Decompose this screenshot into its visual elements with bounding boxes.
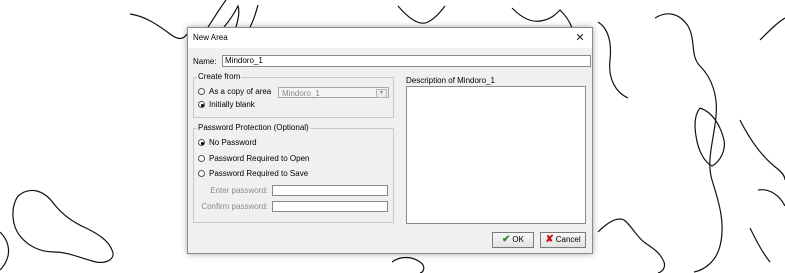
enter-password-field[interactable] xyxy=(272,185,388,196)
password-protection-group: Password Protection (Optional) No Passwo… xyxy=(193,123,394,223)
dialog-titlebar: New Area ✕ xyxy=(188,28,592,48)
radio-checked-icon[interactable] xyxy=(198,139,205,146)
chevron-down-icon[interactable]: ▾ xyxy=(376,89,387,98)
enter-password-label: Enter password: xyxy=(210,186,268,195)
radio-password-open-label: Password Required to Open xyxy=(209,154,310,163)
copy-area-value: Mindoro_1 xyxy=(282,89,320,98)
name-input[interactable] xyxy=(222,55,591,67)
radio-initially-blank[interactable]: Initially blank xyxy=(198,100,255,110)
cancel-x-icon: ✘ xyxy=(545,234,554,245)
radio-no-password-label: No Password xyxy=(209,138,257,147)
ok-button[interactable]: ✔ OK xyxy=(492,232,534,248)
radio-blank-label: Initially blank xyxy=(209,100,255,109)
description-label: Description of Mindoro_1 xyxy=(406,76,495,85)
name-label: Name: xyxy=(193,57,217,66)
radio-password-save-label: Password Required to Save xyxy=(209,169,309,178)
radio-copy-label: As a copy of area xyxy=(209,87,272,96)
create-from-title: Create from xyxy=(197,72,242,82)
new-area-dialog: New Area ✕ Name: Create from As a copy o… xyxy=(187,27,593,254)
cancel-label: Cancel xyxy=(555,235,581,244)
checkmark-icon: ✔ xyxy=(502,234,511,245)
confirm-password-label: Confirm password: xyxy=(201,202,268,211)
ok-label: OK xyxy=(512,235,524,244)
create-from-group: Create from As a copy of area Mindoro_1 … xyxy=(193,72,394,118)
cancel-button[interactable]: ✘ Cancel xyxy=(540,232,586,248)
confirm-password-field[interactable] xyxy=(272,201,388,212)
close-icon[interactable]: ✕ xyxy=(568,28,592,48)
radio-copy-of-area[interactable]: As a copy of area xyxy=(198,87,271,97)
dialog-title: New Area xyxy=(193,33,228,42)
radio-no-password[interactable]: No Password xyxy=(198,138,257,148)
description-textarea[interactable] xyxy=(406,86,586,224)
radio-password-open[interactable]: Password Required to Open xyxy=(198,154,310,164)
radio-unchecked-icon[interactable] xyxy=(198,88,205,95)
password-protection-title: Password Protection (Optional) xyxy=(197,123,310,133)
radio-unchecked-icon[interactable] xyxy=(198,155,205,162)
radio-unchecked-icon[interactable] xyxy=(198,170,205,177)
radio-password-save[interactable]: Password Required to Save xyxy=(198,169,308,179)
radio-checked-icon[interactable] xyxy=(198,101,205,108)
copy-area-select[interactable]: Mindoro_1 ▾ xyxy=(278,87,389,98)
